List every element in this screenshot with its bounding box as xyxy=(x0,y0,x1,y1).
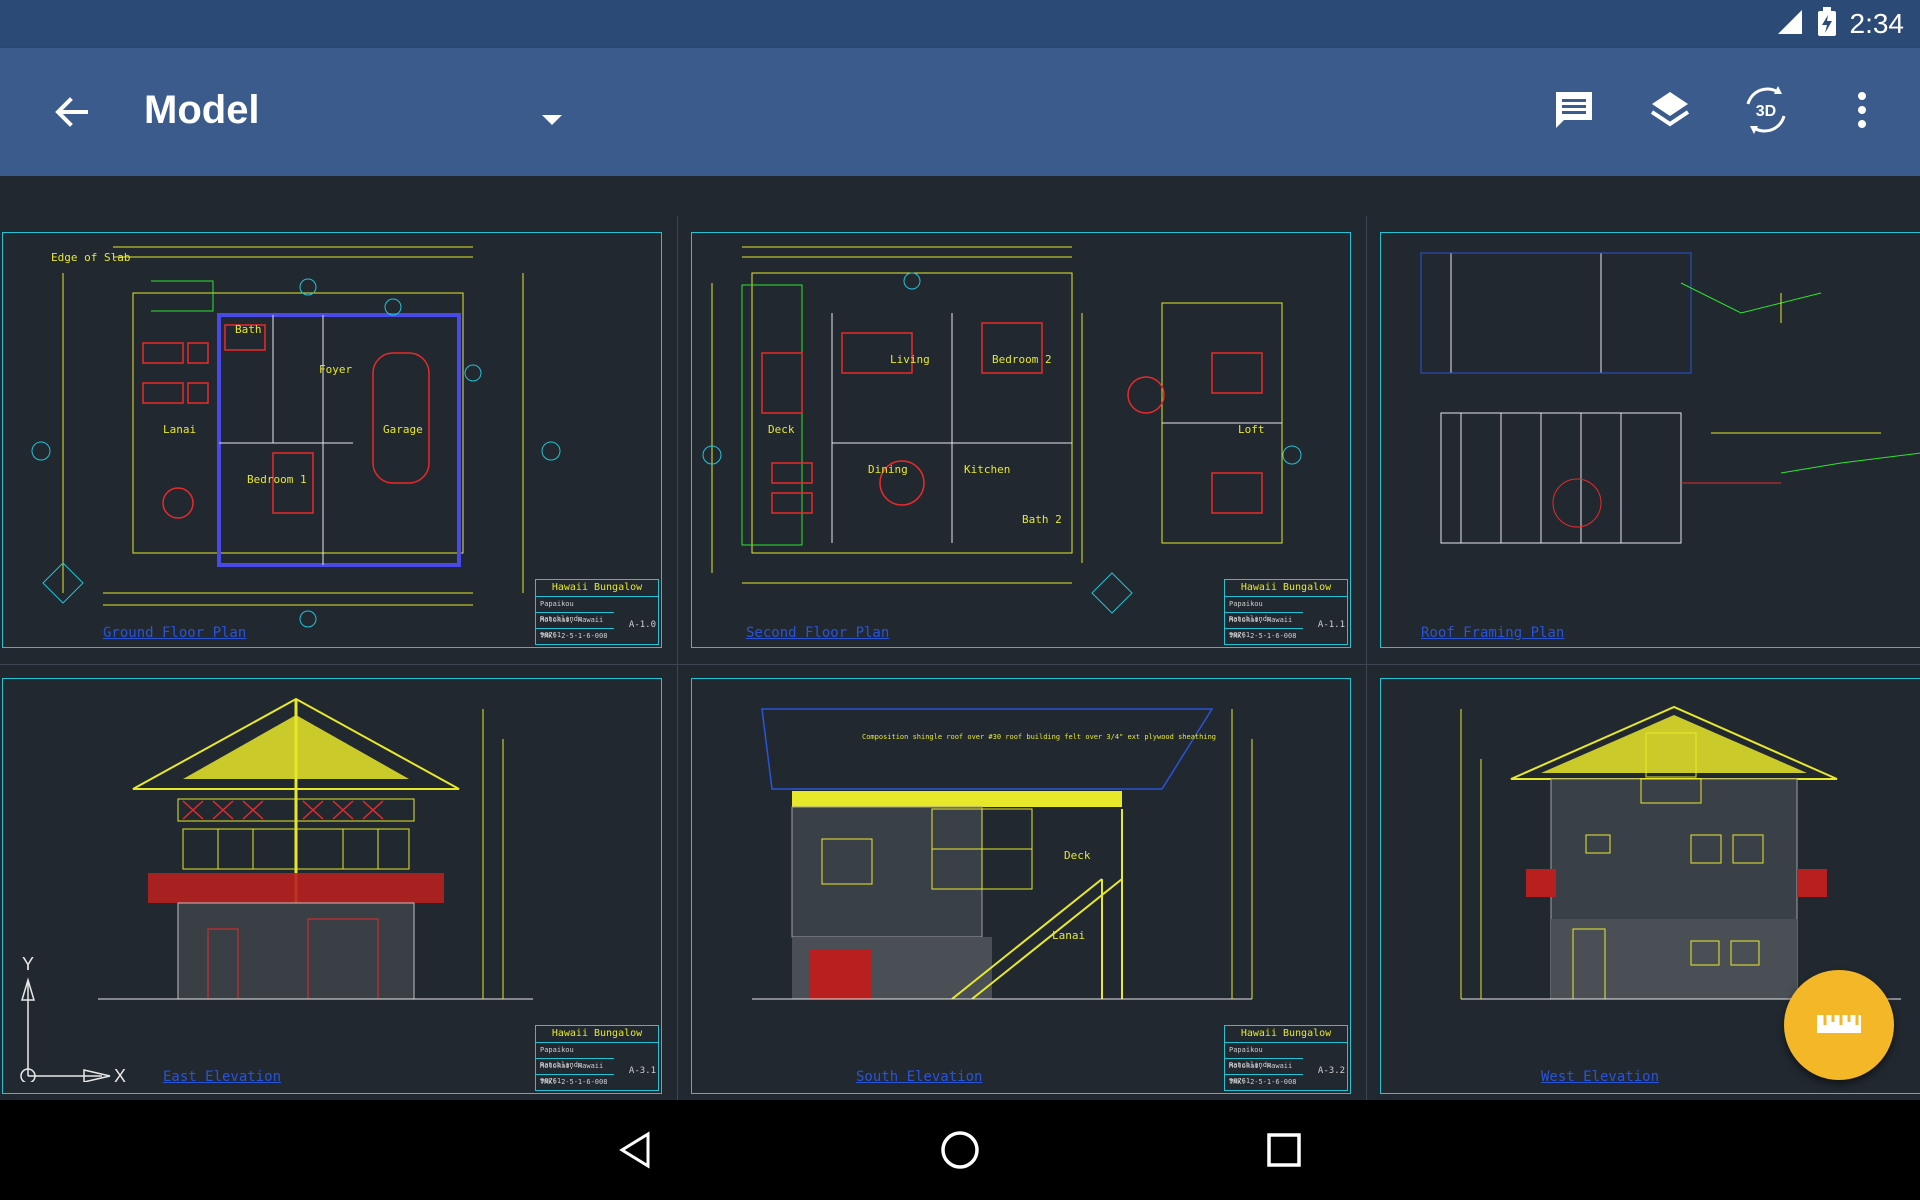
sheet-ground-floor-plan[interactable]: Edge of Slab Bath Foyer Lanai Bedroom 1 … xyxy=(2,232,662,648)
edge-note: Edge of Slab xyxy=(51,251,130,264)
room-label: Living xyxy=(890,353,930,366)
roof-note: Composition shingle roof over #30 roof b… xyxy=(862,733,1216,741)
room-label: Garage xyxy=(383,423,423,436)
title-block-line: TMK: 2-5-1-6-008 xyxy=(1225,1075,1303,1091)
title-block-project: Hawaii Bungalow xyxy=(1225,580,1347,597)
sheet-second-floor-plan[interactable]: Living Bedroom 2 Deck Dining Kitchen Bat… xyxy=(691,232,1351,648)
sheet-label: Ground Floor Plan xyxy=(103,625,247,641)
arrow-back-icon[interactable] xyxy=(40,80,104,144)
sheet-id: A-1.1 xyxy=(1317,620,1345,630)
title-block-line: Papaikou Ranchlands xyxy=(1225,597,1303,623)
back-triangle-icon[interactable] xyxy=(606,1120,666,1180)
system-nav-bar xyxy=(0,1100,1920,1200)
home-circle-icon[interactable] xyxy=(930,1120,990,1180)
sheet-divider xyxy=(677,216,678,1100)
title-block-line: Papaikou Ranchlands xyxy=(536,1043,614,1069)
title-block: Hawaii Bungalow Papaikou Ranchlands Molo… xyxy=(535,1025,659,1091)
room-label: Bath 2 xyxy=(1022,513,1062,526)
title-block-line: TMK: 2-5-1-6-008 xyxy=(536,629,614,645)
toolbar-actions: 3D xyxy=(1536,72,1900,148)
more-vert-icon[interactable] xyxy=(1824,72,1900,148)
dropdown-arrow-icon[interactable] xyxy=(532,100,572,140)
title-block-line: Molokai, Hawaii 96761 xyxy=(536,613,614,639)
room-label: Bedroom 2 xyxy=(992,353,1052,366)
sheet-id: A-1.0 xyxy=(628,620,656,630)
title-block-project: Hawaii Bungalow xyxy=(1225,1026,1347,1043)
title-block-line: Papaikou Ranchlands xyxy=(536,597,614,623)
room-label: Bedroom 1 xyxy=(247,473,307,486)
room-label: Deck xyxy=(768,423,795,436)
title-block-project: Hawaii Bungalow xyxy=(536,1026,658,1043)
sheet-divider xyxy=(1366,216,1367,1100)
status-time: 2:34 xyxy=(1849,8,1905,39)
page-title[interactable]: Model xyxy=(144,88,260,133)
ruler-icon xyxy=(1815,1011,1863,1040)
sheet-label: South Elevation xyxy=(856,1069,983,1085)
status-right: 2:34 xyxy=(1776,0,1905,48)
title-block-project: Hawaii Bungalow xyxy=(536,580,658,597)
sheet-label: Roof Framing Plan xyxy=(1421,625,1565,641)
deck-label: Deck xyxy=(1064,849,1091,862)
ucs-y-label: Y xyxy=(22,954,34,974)
title-block: Hawaii Bungalow Papaikou Ranchlands Molo… xyxy=(1224,1025,1348,1091)
sheet-label: East Elevation xyxy=(163,1069,282,1085)
title-block-line: Molokai, Hawaii 96761 xyxy=(536,1059,614,1085)
room-label: Loft xyxy=(1238,423,1265,436)
comment-icon[interactable] xyxy=(1536,72,1612,148)
room-label: Kitchen xyxy=(964,463,1010,476)
room-label: Bath xyxy=(235,323,262,336)
measure-fab[interactable] xyxy=(1784,970,1894,1080)
lanai-label: Lanai xyxy=(1052,929,1085,942)
title-block: Hawaii Bungalow Papaikou Ranchlands Molo… xyxy=(535,579,659,645)
room-label: Foyer xyxy=(319,363,352,376)
title-block-line: Molokai, Hawaii 96761 xyxy=(1225,1059,1303,1085)
title-block-line: TMK: 2-5-1-6-008 xyxy=(1225,629,1303,645)
ucs-axis-icon: Y X xyxy=(14,952,134,1086)
room-label: Lanai xyxy=(163,423,196,436)
title-block-line: Papaikou Ranchlands xyxy=(1225,1043,1303,1069)
recents-square-icon[interactable] xyxy=(1254,1120,1314,1180)
sheet-roof-framing[interactable]: Roof Framing Plan xyxy=(1380,232,1920,648)
battery-icon xyxy=(1816,6,1838,42)
signal-icon xyxy=(1776,8,1804,41)
title-block-line: TMK: 2-5-1-6-008 xyxy=(536,1075,614,1091)
title-block-line: Molokai, Hawaii 96761 xyxy=(1225,613,1303,639)
sheet-label: West Elevation xyxy=(1541,1069,1660,1085)
app-bar: Model 3D xyxy=(0,48,1920,176)
sheet-id: A-3.1 xyxy=(628,1066,656,1076)
sheet-divider xyxy=(0,664,1920,665)
roof-framing-drawing xyxy=(1420,252,1920,544)
drawing-canvas[interactable]: Edge of Slab Bath Foyer Lanai Bedroom 1 … xyxy=(0,176,1920,1100)
layers-icon[interactable] xyxy=(1632,72,1708,148)
status-bar: 2:34 xyxy=(0,0,1920,48)
ucs-x-label: X xyxy=(114,1066,126,1082)
3d-rotate-icon[interactable]: 3D xyxy=(1728,72,1804,148)
room-label: Dining xyxy=(868,463,908,476)
sheet-label: Second Floor Plan xyxy=(746,625,890,641)
3d-label: 3D xyxy=(1756,103,1776,120)
sheet-south-elevation[interactable]: Composition shingle roof over #30 roof b… xyxy=(691,678,1351,1094)
sheet-id: A-3.2 xyxy=(1317,1066,1345,1076)
title-block: Hawaii Bungalow Papaikou Ranchlands Molo… xyxy=(1224,579,1348,645)
